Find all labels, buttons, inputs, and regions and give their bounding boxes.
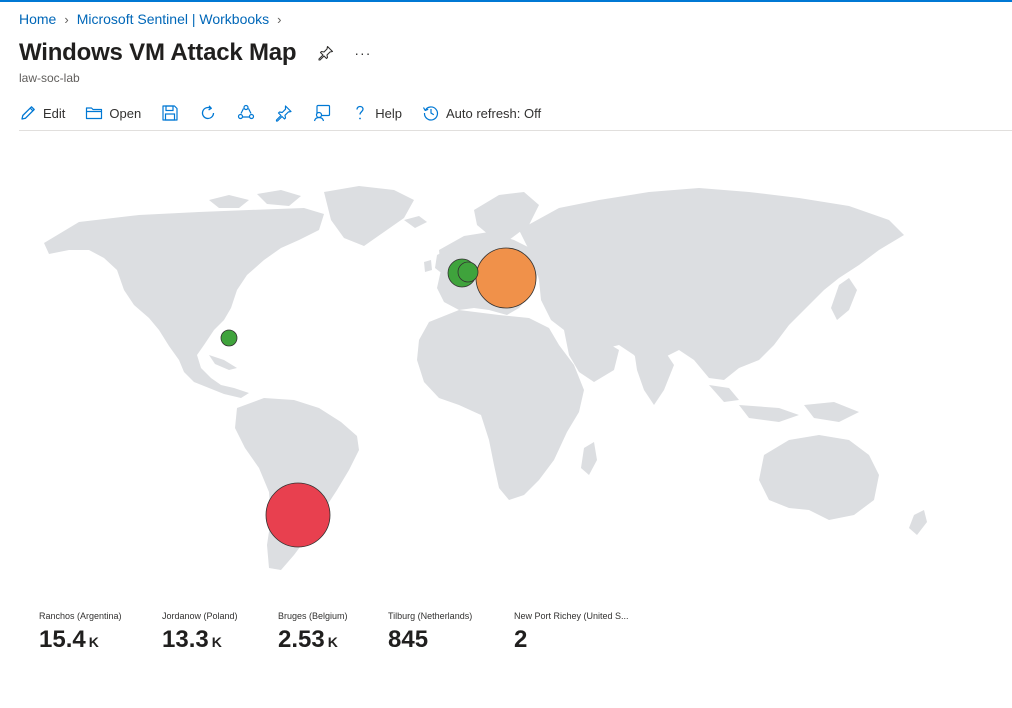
- stat-unit: K: [327, 634, 338, 650]
- stat-tile[interactable]: Ranchos (Argentina) 15.4 K: [39, 611, 122, 654]
- open-folder-icon: [86, 107, 103, 120]
- stat-number: 15.4: [39, 626, 86, 653]
- pin-to-dashboard-button[interactable]: [275, 104, 293, 122]
- history-icon: [422, 106, 439, 121]
- map-marker-new-port-richey-united-s[interactable]: [220, 329, 238, 347]
- title-row: Windows VM Attack Map ···: [19, 39, 371, 67]
- stat-number: 2: [514, 626, 528, 653]
- stat-label: Bruges (Belgium): [278, 611, 348, 621]
- stat-unit: K: [88, 634, 99, 650]
- save-icon: [162, 105, 178, 121]
- pin-icon[interactable]: [318, 45, 334, 61]
- map-marker-tilburg-netherlands[interactable]: [457, 261, 479, 283]
- open-label: Open: [109, 105, 142, 121]
- save-button[interactable]: [161, 104, 179, 122]
- auto-refresh-button[interactable]: Auto refresh: Off: [422, 104, 541, 122]
- breadcrumb-workbooks-link[interactable]: Microsoft Sentinel | Workbooks: [77, 11, 269, 27]
- share-button[interactable]: [237, 104, 255, 122]
- help-icon: [356, 105, 364, 120]
- stat-tile[interactable]: Bruges (Belgium) 2.53 K: [278, 611, 348, 654]
- customize-button[interactable]: [313, 104, 331, 122]
- top-accent-line: [0, 0, 1012, 2]
- edit-icon: [21, 106, 35, 120]
- stat-value: 2.53 K: [278, 626, 348, 654]
- chevron-right-icon: ›: [64, 11, 69, 27]
- toolbar-divider: [19, 130, 1012, 131]
- stat-value: 15.4 K: [39, 626, 122, 654]
- world-attack-map[interactable]: [19, 150, 1012, 590]
- stat-label: New Port Richey (United S...: [514, 611, 629, 621]
- share-icon: [238, 104, 255, 120]
- edit-button[interactable]: Edit: [19, 104, 65, 122]
- stat-unit: K: [211, 634, 222, 650]
- stat-label: Ranchos (Argentina): [39, 611, 122, 621]
- workspace-subtitle: law-soc-lab: [19, 71, 80, 85]
- auto-refresh-label: Auto refresh: Off: [445, 105, 542, 121]
- stat-number: 13.3: [162, 626, 209, 653]
- chevron-right-icon: ›: [277, 11, 282, 27]
- customize-icon: [314, 104, 331, 122]
- stat-label: Tilburg (Netherlands): [388, 611, 473, 621]
- stat-label: Jordanow (Poland): [162, 611, 238, 621]
- toolbar: Edit Open Help Auto refresh: Off: [19, 100, 561, 126]
- pin-icon: [276, 105, 292, 122]
- stat-value: 845: [388, 626, 472, 654]
- stat-number: 845: [388, 626, 429, 653]
- stat-value: 2: [514, 626, 629, 654]
- refresh-icon: [202, 105, 215, 120]
- help-button[interactable]: Help: [351, 104, 402, 122]
- map-marker-jordanow-poland[interactable]: [475, 247, 537, 309]
- more-options-button[interactable]: ···: [354, 45, 371, 61]
- refresh-button[interactable]: [199, 104, 217, 122]
- help-label: Help: [375, 105, 402, 121]
- world-landmass: [44, 186, 927, 570]
- breadcrumb-home-link[interactable]: Home: [19, 11, 56, 27]
- map-marker-ranchos-argentina[interactable]: [265, 482, 331, 548]
- stat-number: 2.53: [278, 626, 325, 653]
- stat-tile[interactable]: New Port Richey (United S... 2: [514, 611, 629, 654]
- stat-tile[interactable]: Tilburg (Netherlands) 845: [388, 611, 472, 654]
- breadcrumb: Home › Microsoft Sentinel | Workbooks ›: [19, 11, 290, 27]
- stat-tile[interactable]: Jordanow (Poland) 13.3 K: [162, 611, 238, 654]
- edit-label: Edit: [43, 105, 66, 121]
- stat-value: 13.3 K: [162, 626, 238, 654]
- open-button[interactable]: Open: [85, 104, 141, 122]
- page-title: Windows VM Attack Map: [19, 39, 297, 66]
